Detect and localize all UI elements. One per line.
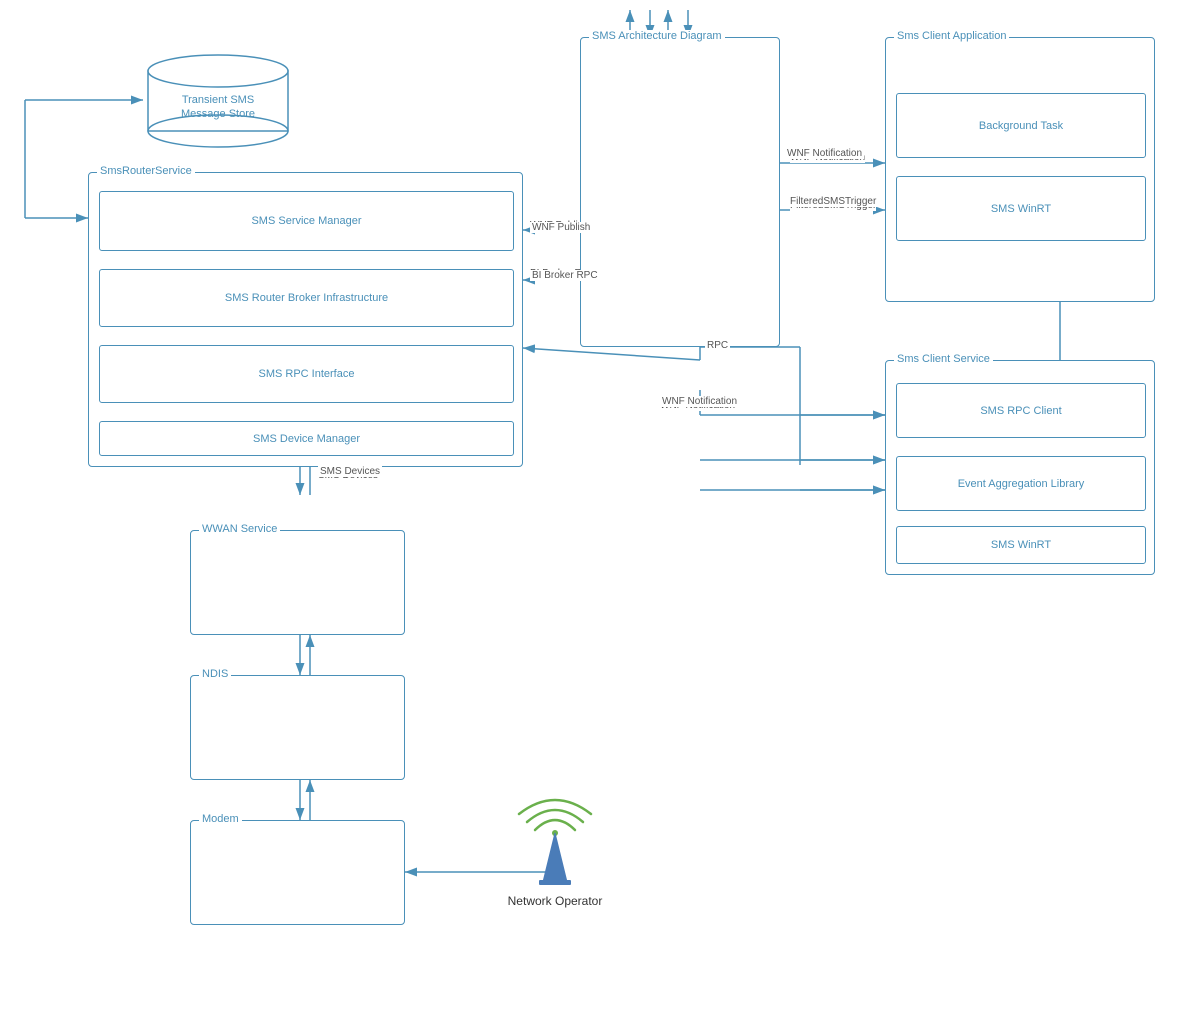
sms-client-app-box: Sms Client Application Background Task S… — [885, 37, 1155, 302]
modem-box: Modem — [190, 820, 405, 925]
network-operator-icon — [505, 790, 605, 890]
background-task-box: Background Task — [896, 93, 1146, 158]
sms-rpc-client-box: SMS RPC Client — [896, 383, 1146, 438]
bi-service-label: SMS Architecture Diagram — [589, 30, 725, 42]
wnf-publish-text: WNF Publish — [530, 222, 592, 233]
sms-devices-text: SMS Devices — [318, 466, 382, 477]
sms-service-manager-box: SMS Service Manager — [99, 191, 514, 251]
bi-service-box: SMS Architecture Diagram — [580, 37, 780, 347]
sms-device-manager-label: SMS Device Manager — [253, 433, 360, 445]
transient-sms-store: Transient SMS Message Store — [143, 53, 293, 148]
event-aggregation-box: Event Aggregation Library — [896, 456, 1146, 511]
filtered-sms-trigger-text: FilteredSMSTrigger — [788, 196, 878, 207]
network-operator: Network Operator — [490, 790, 620, 908]
event-aggregation-label: Event Aggregation Library — [958, 478, 1085, 490]
wwan-service-label: WWAN Service — [199, 523, 280, 535]
wwan-service-box: WWAN Service — [190, 530, 405, 635]
sms-client-app-label: Sms Client Application — [894, 30, 1009, 42]
sms-rpc-interface-label: SMS RPC Interface — [259, 368, 355, 380]
sms-winrt-top-box: SMS WinRT — [896, 176, 1146, 241]
sms-router-broker-box: SMS Router Broker Infrastructure — [99, 269, 514, 327]
sms-rpc-interface-box: SMS RPC Interface — [99, 345, 514, 403]
sms-winrt-top-label: SMS WinRT — [991, 203, 1051, 215]
ndis-label: NDIS — [199, 668, 231, 680]
sms-service-manager-label: SMS Service Manager — [251, 215, 361, 227]
diagram: WNF Publish BI Broker RPC RPC WNF Notifi… — [0, 0, 1188, 1009]
wnf-notification-1-text: WNF Notification — [785, 148, 864, 159]
rpc-text: RPC — [705, 340, 730, 351]
modem-label: Modem — [199, 813, 242, 825]
sms-winrt-bottom-label: SMS WinRT — [991, 539, 1051, 551]
network-operator-label: Network Operator — [508, 894, 603, 908]
svg-text:Message Store: Message Store — [181, 108, 255, 120]
sms-client-service-box: Sms Client Service SMS RPC Client Event … — [885, 360, 1155, 575]
sms-client-service-label: Sms Client Service — [894, 353, 993, 365]
wnf-notification-2-text: WNF Notification — [660, 396, 739, 407]
sms-rpc-client-label: SMS RPC Client — [980, 405, 1061, 417]
background-task-label: Background Task — [979, 120, 1063, 132]
svg-text:Transient SMS: Transient SMS — [182, 94, 254, 106]
sms-winrt-bottom-box: SMS WinRT — [896, 526, 1146, 564]
ndis-box: NDIS — [190, 675, 405, 780]
sms-router-service-label: SmsRouterService — [97, 165, 195, 177]
sms-router-service-box: SmsRouterService SMS Service Manager SMS… — [88, 172, 523, 467]
sms-router-broker-label: SMS Router Broker Infrastructure — [225, 292, 388, 304]
sms-device-manager-box: SMS Device Manager — [99, 421, 514, 456]
bi-broker-rpc-text: BI Broker RPC — [530, 270, 600, 281]
